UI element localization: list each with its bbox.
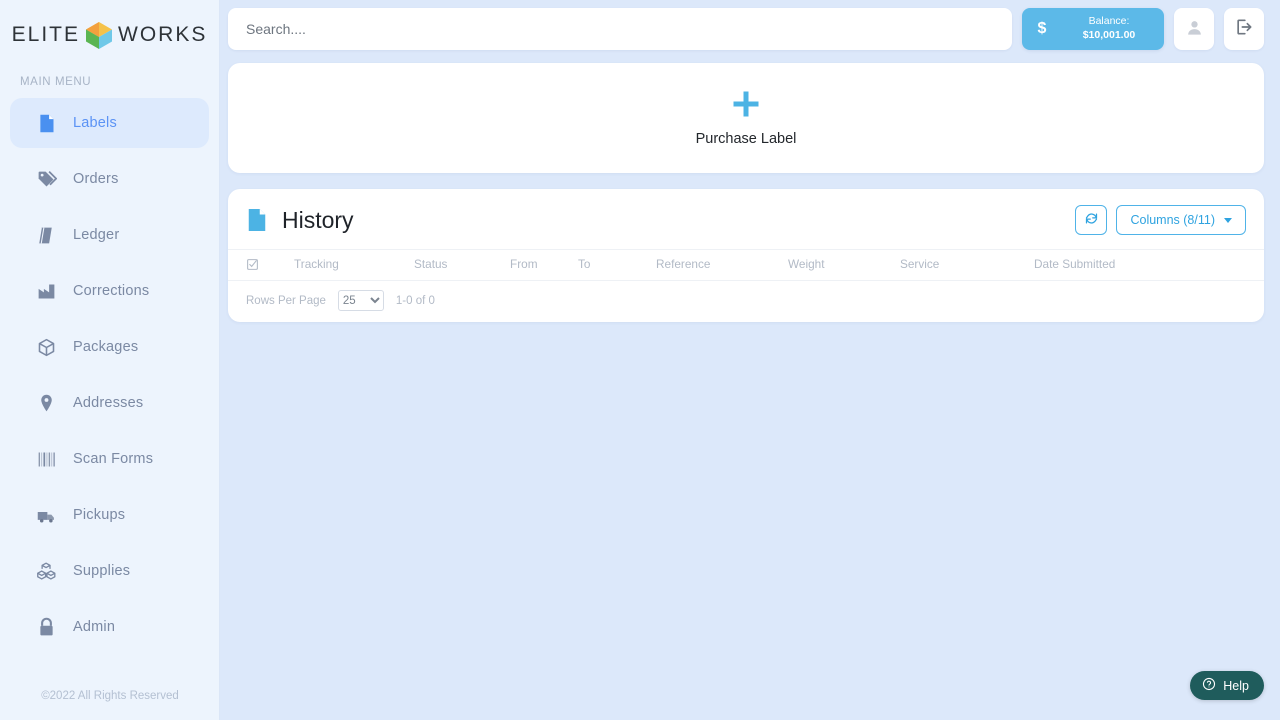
rows-per-page-select[interactable]: 25 [337, 290, 384, 311]
sidebar-item-label: Orders [73, 171, 119, 187]
plus-icon [731, 89, 761, 119]
barcode-icon [36, 449, 57, 470]
sidebar-item-label: Ledger [73, 227, 120, 243]
balance-label: Balance: [1088, 15, 1130, 28]
sidebar-item-labels[interactable]: Labels [10, 98, 209, 148]
help-button-label: Help [1223, 678, 1249, 693]
sidebar: ELITE WORKS MAIN MENU Labels Orders Ledg… [0, 0, 220, 720]
history-header: History Columns (8/11) [228, 189, 1264, 249]
rows-per-page-label: Rows Per Page [246, 294, 326, 307]
book-icon [36, 225, 57, 246]
account-button[interactable] [1174, 7, 1214, 50]
column-header-tracking[interactable]: Tracking [294, 249, 414, 281]
checkbox-checked-icon [246, 258, 294, 271]
sidebar-item-addresses[interactable]: Addresses [10, 378, 209, 428]
brand-logo[interactable]: ELITE WORKS [0, 0, 219, 54]
brand-name-right: WORKS [118, 23, 208, 46]
balance-amount: $10,001.00 [1082, 28, 1136, 41]
dollar-icon: $ [1037, 19, 1047, 37]
sidebar-footer-copyright: ©2022 All Rights Reserved [41, 690, 179, 702]
sidebar-item-label: Pickups [73, 507, 126, 523]
column-header-to[interactable]: To [578, 249, 656, 281]
lock-icon [36, 617, 57, 638]
chevron-down-icon [1224, 217, 1232, 223]
refresh-icon [1084, 211, 1099, 229]
box-icon [36, 337, 57, 358]
sidebar-item-label: Corrections [73, 283, 150, 299]
history-table: Tracking Status From To Reference Weight… [228, 249, 1264, 281]
help-button[interactable]: Help [1190, 671, 1264, 700]
document-icon [246, 207, 282, 233]
sidebar-item-label: Scan Forms [73, 451, 154, 467]
columns-dropdown-button[interactable]: Columns (8/11) [1116, 205, 1246, 235]
search-input[interactable] [228, 7, 1012, 50]
balance-text: Balance: $10,001.00 [1062, 15, 1164, 41]
balance-button[interactable]: $ Balance: $10,001.00 [1022, 7, 1164, 50]
boxes-icon [36, 561, 57, 582]
sidebar-item-orders[interactable]: Orders [10, 154, 209, 204]
sidebar-item-pickups[interactable]: Pickups [10, 490, 209, 540]
user-icon [1185, 18, 1204, 40]
sidebar-section-label: MAIN MENU [20, 76, 92, 88]
logout-icon [1234, 17, 1254, 40]
table-pagination: Rows Per Page 25 1-0 of 0 [228, 281, 1264, 322]
column-header-reference[interactable]: Reference [656, 249, 788, 281]
page-title: History [282, 206, 354, 233]
column-header-weight[interactable]: Weight [788, 249, 900, 281]
column-header-from[interactable]: From [510, 249, 578, 281]
sidebar-item-scan-forms[interactable]: Scan Forms [10, 434, 209, 484]
sidebar-item-supplies[interactable]: Supplies [10, 546, 209, 596]
brand-name-left: ELITE [11, 23, 80, 46]
history-table-head: Tracking Status From To Reference Weight… [228, 249, 1264, 281]
factory-icon [36, 281, 57, 302]
sidebar-nav: Labels Orders Ledger Corrections Package… [0, 98, 219, 658]
sidebar-item-ledger[interactable]: Ledger [10, 210, 209, 260]
tags-icon [36, 169, 57, 190]
app-root: ELITE WORKS MAIN MENU Labels Orders Ledg… [0, 0, 1280, 720]
column-header-date-submitted[interactable]: Date Submitted [1034, 249, 1264, 281]
column-header-status[interactable]: Status [414, 249, 510, 281]
purchase-label-text: Purchase Label [695, 131, 797, 147]
cube-icon [82, 19, 116, 51]
content-area: Purchase Label History Columns (8/11) Tr… [220, 57, 1280, 322]
column-header-service[interactable]: Service [900, 249, 1034, 281]
map-pin-icon [36, 393, 57, 414]
sidebar-item-label: Labels [73, 115, 117, 131]
pagination-range: 1-0 of 0 [395, 294, 435, 307]
sidebar-item-label: Admin [73, 619, 116, 635]
select-all-header[interactable] [228, 249, 294, 281]
question-circle-icon [1202, 677, 1216, 694]
refresh-button[interactable] [1075, 205, 1108, 235]
history-card: History Columns (8/11) Tracking Status F… [228, 189, 1264, 322]
history-actions: Columns (8/11) [1075, 205, 1246, 235]
table-header-row: Tracking Status From To Reference Weight… [228, 249, 1264, 281]
document-icon [36, 113, 57, 134]
truck-icon [36, 505, 57, 526]
sidebar-item-admin[interactable]: Admin [10, 602, 209, 652]
columns-button-label: Columns (8/11) [1130, 213, 1215, 227]
sidebar-item-packages[interactable]: Packages [10, 322, 209, 372]
main-area: $ Balance: $10,001.00 [220, 0, 1280, 720]
logout-button[interactable] [1224, 7, 1264, 50]
sidebar-item-corrections[interactable]: Corrections [10, 266, 209, 316]
sidebar-item-label: Supplies [73, 563, 131, 579]
top-bar: $ Balance: $10,001.00 [220, 0, 1280, 57]
sidebar-item-label: Addresses [73, 395, 144, 411]
sidebar-item-label: Packages [73, 339, 139, 355]
purchase-label-card[interactable]: Purchase Label [228, 63, 1264, 173]
